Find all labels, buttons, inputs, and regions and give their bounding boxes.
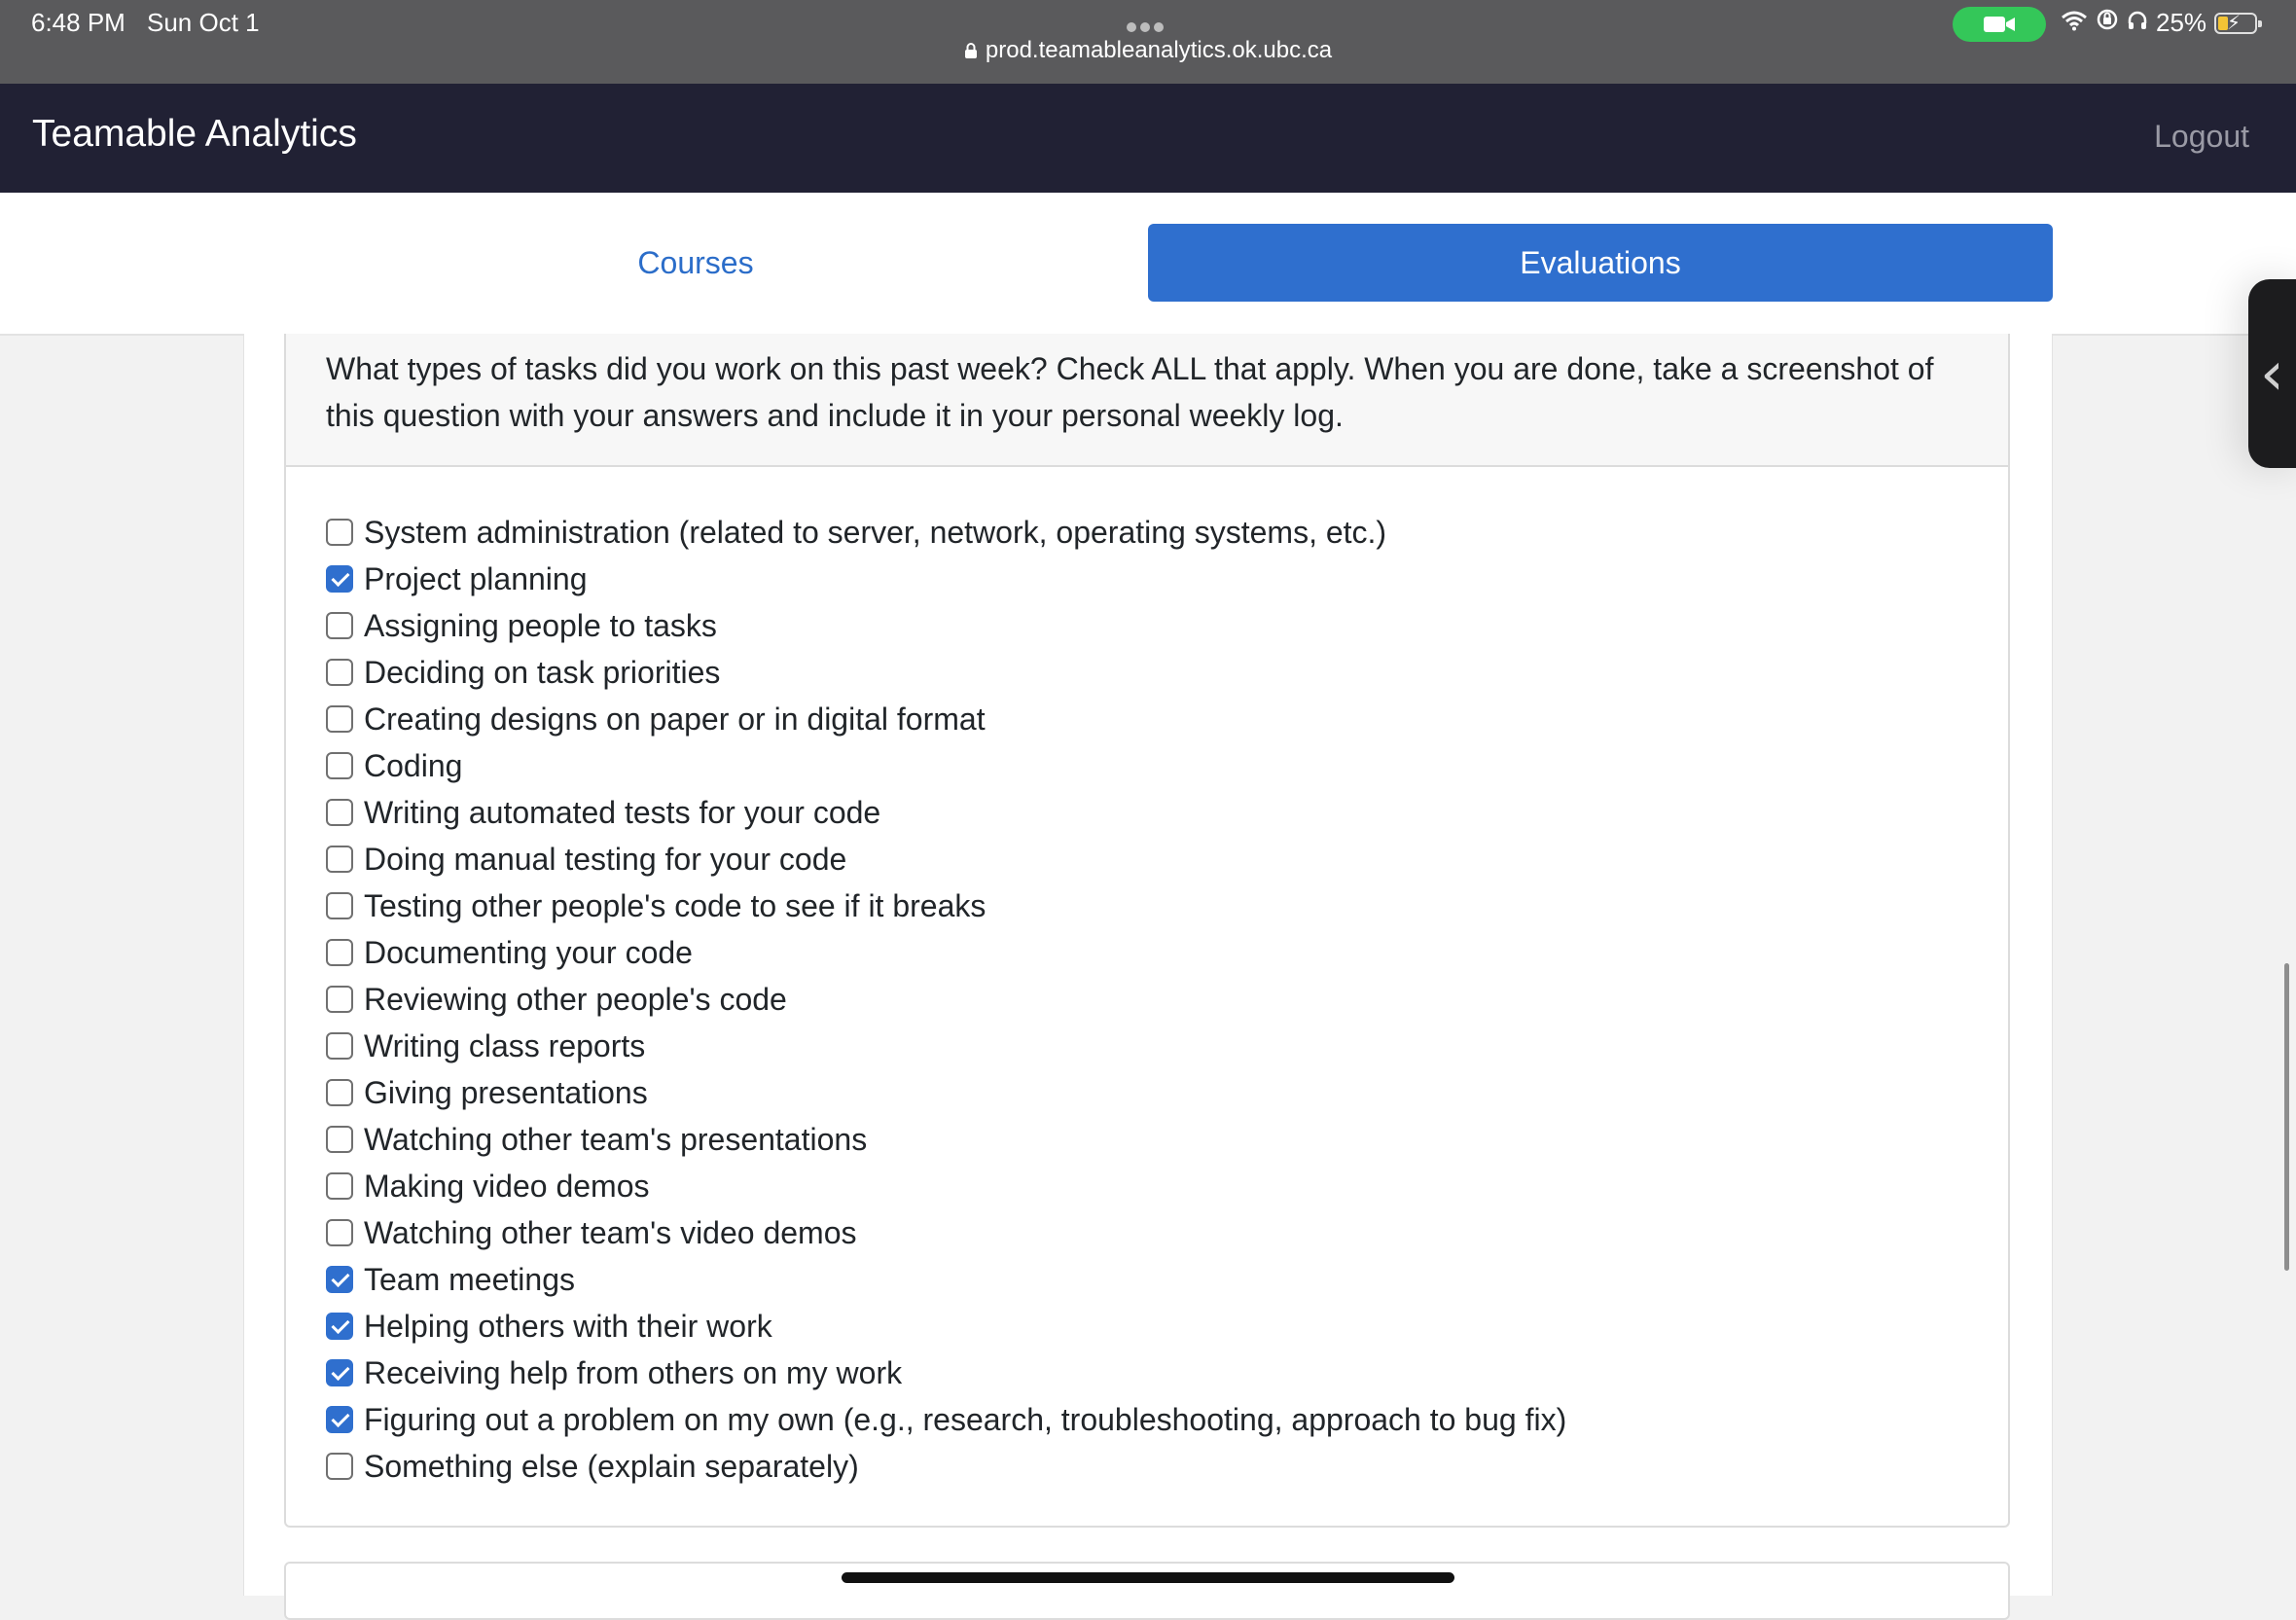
checkbox-checked[interactable] bbox=[326, 1313, 353, 1340]
checkbox-unchecked[interactable] bbox=[326, 892, 353, 919]
checkbox-label: Reviewing other people's code bbox=[364, 981, 787, 1017]
checkbox-checked[interactable] bbox=[326, 565, 353, 593]
checkbox-unchecked[interactable] bbox=[326, 752, 353, 779]
headphones-icon bbox=[2127, 8, 2148, 38]
lock-icon bbox=[964, 39, 978, 66]
checkbox-label: Documenting your code bbox=[364, 934, 693, 970]
checkbox-unchecked[interactable] bbox=[326, 1219, 353, 1246]
navbar: Teamable Analytics Logout bbox=[0, 84, 2296, 193]
checkbox-unchecked[interactable] bbox=[326, 799, 353, 826]
tab-courses[interactable]: Courses bbox=[244, 224, 1147, 302]
brand-title[interactable]: Teamable Analytics bbox=[32, 113, 357, 156]
checkbox-unchecked[interactable] bbox=[326, 1126, 353, 1153]
checkbox-option[interactable]: Watching other team's presentations bbox=[326, 1116, 1566, 1163]
question-text: What types of tasks did you work on this… bbox=[286, 334, 2008, 467]
checkbox-option[interactable]: Coding bbox=[326, 742, 1566, 789]
checkbox-option[interactable]: Something else (explain separately) bbox=[326, 1443, 1566, 1490]
checkbox-checked[interactable] bbox=[326, 1406, 353, 1433]
question-card: What types of tasks did you work on this… bbox=[284, 334, 2010, 1528]
checkbox-unchecked[interactable] bbox=[326, 986, 353, 1013]
url-text: prod.teamableanalytics.ok.ubc.ca bbox=[985, 37, 1333, 63]
checkbox-checked[interactable] bbox=[326, 1359, 353, 1386]
checkbox-option[interactable]: Receiving help from others on my work bbox=[326, 1350, 1566, 1396]
checkbox-label: Writing class reports bbox=[364, 1027, 646, 1063]
checkbox-option[interactable]: Creating designs on paper or in digital … bbox=[326, 696, 1566, 742]
checkbox-option[interactable]: System administration (related to server… bbox=[326, 509, 1566, 556]
logout-link[interactable]: Logout bbox=[2154, 119, 2249, 155]
address-bar[interactable]: prod.teamableanalytics.ok.ubc.ca bbox=[0, 37, 2296, 66]
checkbox-unchecked[interactable] bbox=[326, 939, 353, 966]
checkbox-label: Doing manual testing for your code bbox=[364, 841, 847, 877]
checkbox-unchecked[interactable] bbox=[326, 1453, 353, 1480]
checkbox-label: Testing other people's code to see if it… bbox=[364, 887, 987, 923]
checkbox-unchecked[interactable] bbox=[326, 1079, 353, 1106]
checkbox-unchecked[interactable] bbox=[326, 705, 353, 733]
checkbox-label: Creating designs on paper or in digital … bbox=[364, 701, 986, 737]
checkbox-label: Coding bbox=[364, 747, 463, 783]
checkbox-label: Helping others with their work bbox=[364, 1308, 772, 1344]
tab-evaluations[interactable]: Evaluations bbox=[1148, 224, 2053, 302]
checkbox-unchecked[interactable] bbox=[326, 612, 353, 639]
checkbox-label: Writing automated tests for your code bbox=[364, 794, 881, 830]
checkbox-checked[interactable] bbox=[326, 1266, 353, 1293]
checkbox-unchecked[interactable] bbox=[326, 1032, 353, 1060]
battery-percent: 25% bbox=[2156, 8, 2207, 37]
checkbox-option[interactable]: Giving presentations bbox=[326, 1069, 1566, 1116]
checkbox-option[interactable]: Reviewing other people's code bbox=[326, 976, 1566, 1023]
checkbox-label: Making video demos bbox=[364, 1168, 650, 1204]
status-icons: 25% ⚡ bbox=[2061, 8, 2263, 38]
checkbox-option[interactable]: Watching other team's video demos bbox=[326, 1209, 1566, 1256]
checkbox-unchecked[interactable] bbox=[326, 519, 353, 546]
next-question-card bbox=[284, 1562, 2010, 1620]
checkbox-label: Receiving help from others on my work bbox=[364, 1354, 903, 1390]
checkbox-label: Team meetings bbox=[364, 1261, 575, 1297]
checkbox-label: Assigning people to tasks bbox=[364, 607, 717, 643]
checkbox-option[interactable]: Making video demos bbox=[326, 1163, 1566, 1209]
checkbox-unchecked[interactable] bbox=[326, 846, 353, 873]
checkbox-label: Deciding on task priorities bbox=[364, 654, 721, 690]
checkbox-option[interactable]: Helping others with their work bbox=[326, 1303, 1566, 1350]
checkbox-option[interactable]: Writing class reports bbox=[326, 1023, 1566, 1069]
checkbox-option[interactable]: Testing other people's code to see if it… bbox=[326, 882, 1566, 929]
status-date: Sun Oct 1 bbox=[147, 8, 260, 37]
sidebar-handle[interactable]: ‹ bbox=[2248, 279, 2296, 468]
checkbox-label: Giving presentations bbox=[364, 1074, 648, 1110]
status-bar: 6:48 PM Sun Oct 1 prod.teamableanalytics… bbox=[0, 0, 2296, 84]
options-list: System administration (related to server… bbox=[326, 509, 1566, 1490]
orientation-lock-icon bbox=[2096, 8, 2119, 38]
chevron-left-icon: ‹ bbox=[2260, 338, 2284, 409]
status-time: 6:48 PM bbox=[31, 8, 126, 37]
checkbox-option[interactable]: Assigning people to tasks bbox=[326, 602, 1566, 649]
checkbox-label: Project planning bbox=[364, 560, 588, 596]
camera-indicator-icon bbox=[1953, 7, 2046, 42]
checkbox-unchecked[interactable] bbox=[326, 659, 353, 686]
checkbox-option[interactable]: Doing manual testing for your code bbox=[326, 836, 1566, 882]
checkbox-option[interactable]: Team meetings bbox=[326, 1256, 1566, 1303]
battery-icon: ⚡ bbox=[2214, 12, 2263, 34]
checkbox-option[interactable]: Documenting your code bbox=[326, 929, 1566, 976]
home-indicator[interactable] bbox=[842, 1572, 1454, 1583]
checkbox-label: System administration (related to server… bbox=[364, 514, 1387, 550]
content-panel: What types of tasks did you work on this… bbox=[243, 334, 2053, 1620]
checkbox-option[interactable]: Project planning bbox=[326, 556, 1566, 602]
scrollbar[interactable] bbox=[2284, 963, 2289, 1271]
multitasking-dots-icon[interactable] bbox=[1125, 19, 1166, 37]
checkbox-option[interactable]: Figuring out a problem on my own (e.g., … bbox=[326, 1396, 1566, 1443]
tab-bar: Courses Evaluations bbox=[0, 193, 2296, 336]
checkbox-label: Something else (explain separately) bbox=[364, 1448, 859, 1484]
checkbox-label: Watching other team's presentations bbox=[364, 1121, 868, 1157]
checkbox-option[interactable]: Writing automated tests for your code bbox=[326, 789, 1566, 836]
checkbox-label: Figuring out a problem on my own (e.g., … bbox=[364, 1401, 1567, 1437]
checkbox-option[interactable]: Deciding on task priorities bbox=[326, 649, 1566, 696]
checkbox-unchecked[interactable] bbox=[326, 1172, 353, 1200]
checkbox-label: Watching other team's video demos bbox=[364, 1214, 857, 1250]
wifi-icon bbox=[2061, 8, 2088, 38]
